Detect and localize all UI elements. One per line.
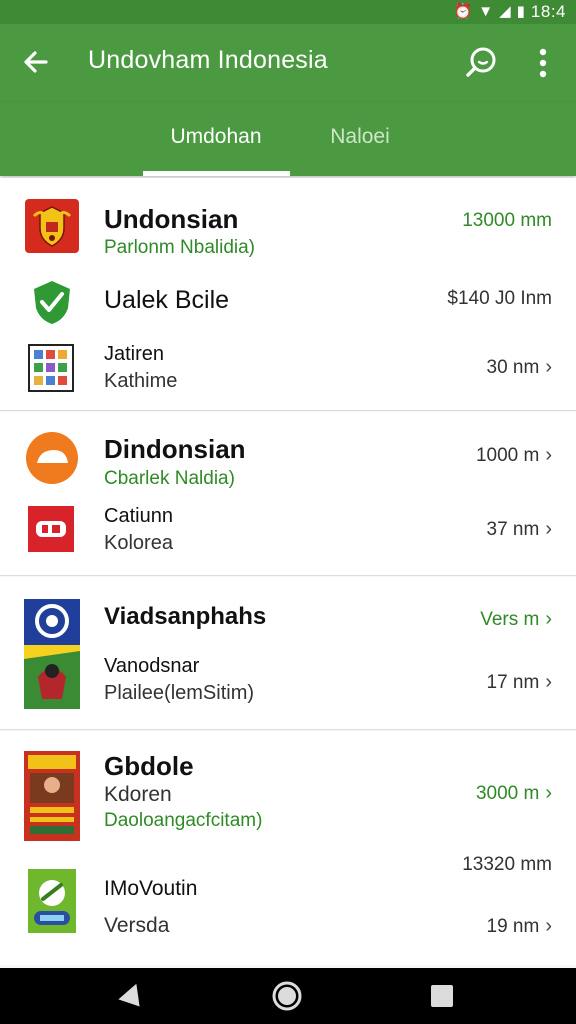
home-circle-icon[interactable]	[271, 980, 303, 1012]
item-value-text: 3000 m	[475, 783, 540, 804]
emblem-icon	[25, 199, 79, 253]
battery-icon: ▮	[516, 3, 525, 20]
item-title: IMoVoutin	[104, 877, 198, 900]
item-title: Undonsian	[104, 204, 239, 234]
list-item[interactable]: IMoVoutin Versda 13320 mm 19 nm ›	[0, 847, 576, 963]
list-group: Gbdole Kdoren Daoloangacfcitam) 3000 m › …	[0, 731, 576, 965]
content-list: Undonsian Parlonm Nbalidia) 13000 mm Ual…	[0, 178, 576, 968]
item-title: Vanodsnar	[104, 655, 200, 677]
status-icons: ⏰ ▼ ◢ ▮ 18:4	[454, 2, 566, 22]
chevron-right-icon: ›	[545, 782, 552, 804]
green-game-icon	[28, 869, 76, 933]
item-title: Catiunn	[104, 505, 173, 527]
item-subtitle: Plailee(lemSitim)	[104, 682, 255, 704]
status-time: 18:4	[530, 2, 566, 21]
navigation-bar	[0, 968, 576, 1024]
item-value-text: 19 nm	[486, 916, 540, 937]
list-item[interactable]: Catiunn Kolorea 37 nm ›	[0, 494, 576, 572]
list-item[interactable]: Vanodsnar Plailee(lemSitim) 17 nm ›	[0, 655, 576, 727]
signal-icon: ◢	[499, 3, 511, 20]
list-group: Viadsanphahs Vers m › Vanodsnar Plailee(l…	[0, 577, 576, 730]
item-subtitle: Kolorea	[104, 532, 173, 554]
item-subtitle: Kdoren	[104, 783, 172, 806]
item-title: Viadsanphahs	[104, 603, 267, 630]
book-cover-icon	[24, 751, 80, 841]
chevron-right-icon: ›	[545, 444, 552, 466]
back-arrow-icon[interactable]	[18, 44, 54, 80]
back-triangle-icon[interactable]	[112, 980, 144, 1012]
list-item[interactable]: Jatiren Kathime 30 nm ›	[0, 336, 576, 408]
green-check-shield-icon	[34, 281, 70, 324]
item-value: 17 nm ›	[487, 671, 552, 694]
item-value-text: Vers m	[480, 609, 540, 630]
list-group: Undonsian Parlonm Nbalidia) 13000 mm Ual…	[0, 178, 576, 411]
item-title: Dindonsian	[104, 434, 246, 464]
item-value: 30 nm ›	[487, 356, 552, 379]
chevron-right-icon: ›	[545, 915, 552, 937]
item-value: 37 nm ›	[487, 518, 552, 541]
list-item[interactable]: Undonsian Parlonm Nbalidia) 13000 mm	[0, 178, 576, 266]
item-value: $140 J0 Inm	[447, 288, 552, 310]
item-title: Jatiren	[104, 343, 165, 365]
more-vert-icon[interactable]	[528, 44, 558, 82]
tab-indicator	[143, 171, 290, 176]
list-item[interactable]: Viadsanphahs Vers m ›	[0, 577, 576, 709]
chevron-right-icon: ›	[545, 518, 552, 540]
item-value: 13000 mm	[462, 210, 552, 232]
orange-circle-icon	[26, 432, 78, 484]
search-icon[interactable]	[462, 44, 500, 82]
app-title: Undovham Indonesia	[88, 46, 328, 74]
item-value-text: 37 nm	[486, 519, 540, 540]
red-ticket-icon	[28, 506, 74, 552]
item-value-text: 30 nm	[486, 357, 540, 378]
list-group: Dindonsian Cbarlek Naldia) 1000 m › Catiu…	[0, 412, 576, 576]
item-value-top-text: 13320 mm	[462, 854, 552, 875]
item-value-top: 13320 mm	[462, 854, 552, 876]
list-item[interactable]: Gbdole Kdoren Daoloangacfcitam) 3000 m ›	[0, 731, 576, 847]
item-subtitle: Versda	[104, 914, 170, 937]
chevron-right-icon: ›	[545, 671, 552, 693]
wifi-icon: ▼	[478, 3, 494, 20]
item-value-text: 17 nm	[486, 672, 540, 693]
chevron-right-icon: ›	[545, 608, 552, 630]
recents-square-icon[interactable]	[426, 980, 458, 1012]
chevron-right-icon: ›	[545, 356, 552, 378]
item-title: Gbdole	[104, 751, 194, 781]
status-bar: ⏰ ▼ ◢ ▮ 18:4	[0, 0, 576, 24]
item-value-text: $140 J0 Inm	[447, 288, 552, 309]
alarm-icon: ⏰	[453, 3, 473, 20]
list-item[interactable]: Dindonsian Cbarlek Naldia) 1000 m ›	[0, 412, 576, 490]
item-value-text: 13000 mm	[462, 210, 552, 231]
tab-bar: Umdohan Naloei	[0, 102, 576, 176]
item-value: 19 nm ›	[487, 915, 552, 938]
app-grid-icon	[28, 344, 74, 392]
item-subtitle: Kathime	[104, 370, 178, 392]
item-subtitle-secondary: Daoloangacfcitam)	[104, 810, 263, 831]
tab-naloei[interactable]: Naloei	[260, 102, 460, 176]
item-value: 3000 m ›	[476, 782, 552, 805]
item-subtitle: Parlonm Nbalidia)	[104, 237, 256, 258]
item-subtitle: Cbarlek Naldia)	[104, 468, 235, 489]
item-value: Vers m ›	[480, 608, 552, 631]
item-value-text: 1000 m	[475, 445, 540, 466]
item-title: Ualek Bcile	[104, 286, 230, 314]
item-value: 1000 m ›	[476, 444, 552, 467]
app-bar: Undovham Indonesia	[0, 24, 576, 102]
list-item[interactable]: Ualek Bcile $140 J0 Inm	[0, 270, 576, 330]
